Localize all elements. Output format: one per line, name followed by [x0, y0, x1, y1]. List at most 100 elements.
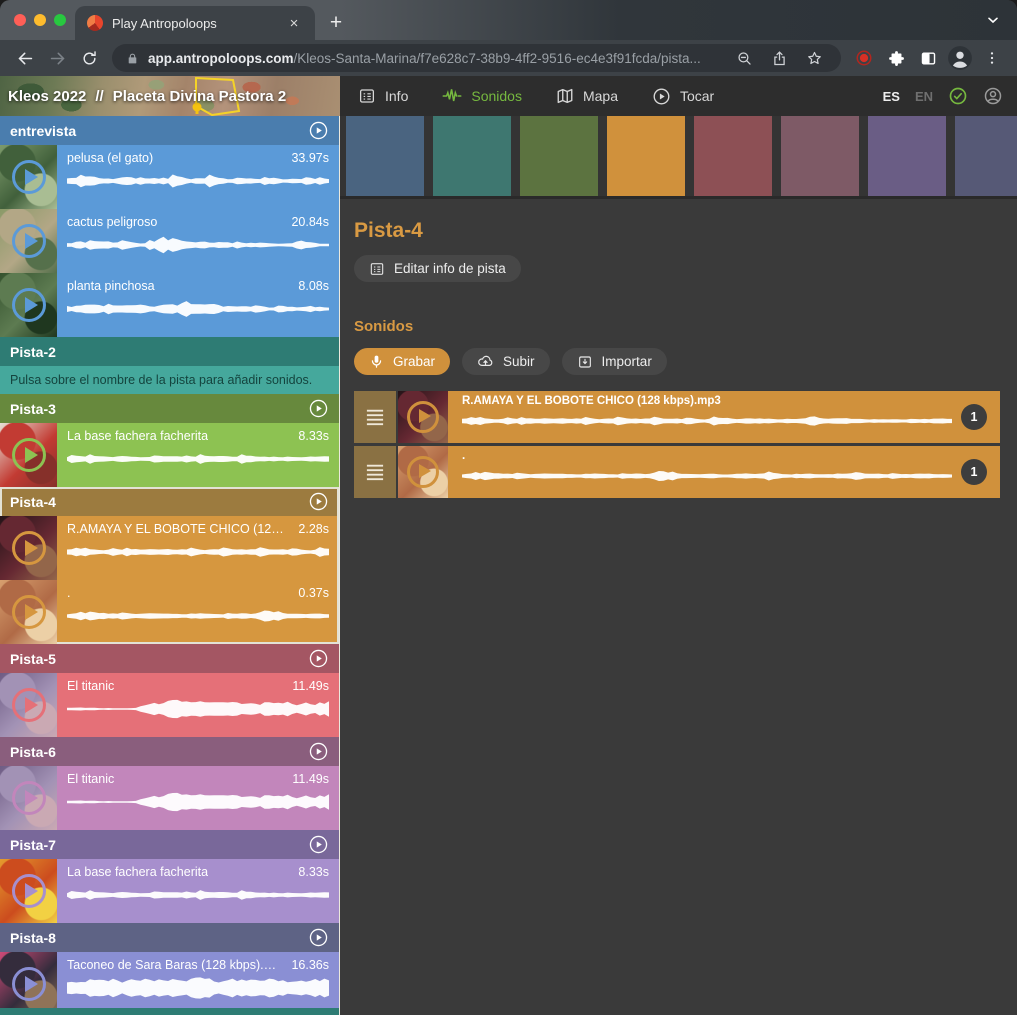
- breadcrumb-separator: //: [95, 88, 103, 105]
- track-header-pista-6[interactable]: Pista-6: [0, 737, 339, 766]
- back-button[interactable]: [10, 43, 40, 73]
- clip-play-overlay[interactable]: [0, 766, 57, 830]
- nav-item-tocar[interactable]: Tocar: [652, 87, 714, 106]
- track-tab-5[interactable]: [694, 116, 772, 196]
- drag-handle-icon: [364, 463, 386, 481]
- new-tab-button[interactable]: +: [321, 8, 351, 38]
- breadcrumb-page[interactable]: Placeta Divina Pastora 2: [113, 88, 286, 105]
- importar-button[interactable]: Importar: [562, 348, 667, 375]
- clip-duration: 11.49s: [292, 679, 329, 693]
- nav-item-info[interactable]: Info: [358, 87, 408, 105]
- track-header-entrevista[interactable]: entrevista: [0, 116, 339, 145]
- record-indicator-icon[interactable]: [849, 43, 879, 73]
- reload-button[interactable]: [74, 43, 104, 73]
- tab-search-chevron-icon[interactable]: [985, 12, 1001, 28]
- track-tab-1[interactable]: [346, 116, 424, 196]
- grabar-button[interactable]: Grabar: [354, 348, 450, 375]
- check-circle-icon[interactable]: [948, 86, 968, 106]
- forward-button[interactable]: [42, 43, 72, 73]
- sound-clip[interactable]: pelusa (el gato)33.97s: [0, 145, 339, 209]
- nav-item-mapa[interactable]: Mapa: [556, 87, 618, 105]
- clip-play-overlay[interactable]: [0, 673, 57, 737]
- breadcrumb-project[interactable]: Kleos 2022: [8, 88, 86, 105]
- sound-clip[interactable]: cactus peligroso20.84s: [0, 209, 339, 273]
- clip-play-overlay[interactable]: [0, 145, 57, 209]
- zoom-out-icon[interactable]: [731, 43, 757, 73]
- track-name: Pista-7: [10, 837, 56, 853]
- track-section-entrevista: entrevista pelusa (el gato)33.97s cactus p…: [0, 116, 339, 337]
- track-play-button[interactable]: [308, 120, 329, 141]
- track-hint: Pulsa sobre el nombre de la pista para a…: [0, 366, 339, 394]
- clip-play-overlay[interactable]: [0, 859, 57, 923]
- play-triangle-icon: [25, 976, 38, 992]
- drag-handle[interactable]: [354, 391, 398, 443]
- fullscreen-window-button[interactable]: [54, 14, 66, 26]
- bookmark-star-icon[interactable]: [801, 43, 827, 73]
- track-play-button[interactable]: [308, 491, 329, 512]
- track-play-button[interactable]: [308, 741, 329, 762]
- sound-title: R.AMAYA Y EL BOBOTE CHICO (128 kbps).mp3: [462, 395, 950, 407]
- waveform: [67, 168, 329, 194]
- drag-handle[interactable]: [354, 446, 398, 498]
- sound-row-body[interactable]: R.AMAYA Y EL BOBOTE CHICO (128 kbps).mp3…: [398, 391, 1000, 443]
- sound-clip[interactable]: El titanic11.49s: [0, 673, 339, 737]
- subir-button[interactable]: Subir: [462, 348, 550, 375]
- browser-tab[interactable]: Play Antropoloops ×: [75, 6, 315, 40]
- tab-close-icon[interactable]: ×: [285, 15, 303, 32]
- clip-play-overlay[interactable]: [0, 580, 57, 644]
- track-header-pista-4[interactable]: Pista-4: [0, 487, 339, 516]
- clip-body: planta pinchosa8.08s: [57, 273, 339, 337]
- track-play-button[interactable]: [308, 648, 329, 669]
- sound-clip[interactable]: Taconeo de Sara Baras (128 kbps).mp316.3…: [0, 952, 339, 1015]
- clip-play-overlay[interactable]: [398, 391, 448, 443]
- clip-info: cactus peligroso20.84s: [67, 215, 329, 229]
- track-tab-8[interactable]: [955, 116, 1017, 196]
- track-header-pista-3[interactable]: Pista-3: [0, 394, 339, 423]
- track-tab-2[interactable]: [433, 116, 511, 196]
- clip-play-overlay[interactable]: [0, 516, 57, 580]
- clip-duration: 8.33s: [298, 865, 329, 879]
- clip-play-overlay[interactable]: [398, 446, 448, 498]
- clip-name: La base fachera facherita: [67, 865, 208, 879]
- project-breadcrumb-banner[interactable]: Kleos 2022 // Placeta Divina Pastora 2: [0, 76, 340, 116]
- track-tab-7[interactable]: [868, 116, 946, 196]
- sound-clip[interactable]: .0.37s: [0, 580, 339, 644]
- track-header-pista-5[interactable]: Pista-5: [0, 644, 339, 673]
- close-window-button[interactable]: [14, 14, 26, 26]
- track-tab-6[interactable]: [781, 116, 859, 196]
- side-panel-icon[interactable]: [913, 43, 943, 73]
- language-toggle-en[interactable]: EN: [915, 89, 933, 104]
- sound-clip[interactable]: La base fachera facherita8.33s: [0, 423, 339, 487]
- track-header-pista-8[interactable]: Pista-8: [0, 923, 339, 952]
- profile-avatar[interactable]: [945, 43, 975, 73]
- clip-name: Taconeo de Sara Baras (128 kbps).mp3: [67, 958, 283, 972]
- browser-window: Play Antropoloops × + app.antropoloops.c…: [0, 0, 1017, 1015]
- minimize-window-button[interactable]: [34, 14, 46, 26]
- edit-track-info-button[interactable]: Editar info de pista: [354, 255, 521, 282]
- track-play-button[interactable]: [308, 398, 329, 419]
- nav-item-sonidos[interactable]: Sonidos: [442, 86, 522, 106]
- sound-clip[interactable]: R.AMAYA Y EL BOBOTE CHICO (128 kbps)....…: [0, 516, 339, 580]
- track-name: entrevista: [10, 123, 76, 139]
- track-tab-3[interactable]: [520, 116, 598, 196]
- account-icon[interactable]: [983, 86, 1003, 106]
- sound-clip[interactable]: planta pinchosa8.08s: [0, 273, 339, 337]
- language-toggle-es[interactable]: ES: [883, 89, 900, 104]
- track-header-pista-7[interactable]: Pista-7: [0, 830, 339, 859]
- sound-clip[interactable]: La base fachera facherita 8.33s: [0, 859, 339, 923]
- track-tab-4[interactable]: [607, 116, 685, 196]
- clip-play-overlay[interactable]: [0, 209, 57, 273]
- url-text: app.antropoloops.com/Kleos-Santa-Marina/…: [148, 51, 722, 66]
- clip-play-overlay[interactable]: [0, 952, 57, 1015]
- sound-clip[interactable]: El titanic11.49s: [0, 766, 339, 830]
- track-play-button[interactable]: [308, 927, 329, 948]
- sound-row-body[interactable]: .1: [398, 446, 1000, 498]
- clip-play-overlay[interactable]: [0, 273, 57, 337]
- track-header-pista-2[interactable]: Pista-2: [0, 337, 339, 366]
- clip-play-overlay[interactable]: [0, 423, 57, 487]
- browser-menu-icon[interactable]: [977, 43, 1007, 73]
- track-play-button[interactable]: [308, 834, 329, 855]
- url-bar[interactable]: app.antropoloops.com/Kleos-Santa-Marina/…: [112, 44, 841, 72]
- share-icon[interactable]: [766, 43, 792, 73]
- extensions-puzzle-icon[interactable]: [881, 43, 911, 73]
